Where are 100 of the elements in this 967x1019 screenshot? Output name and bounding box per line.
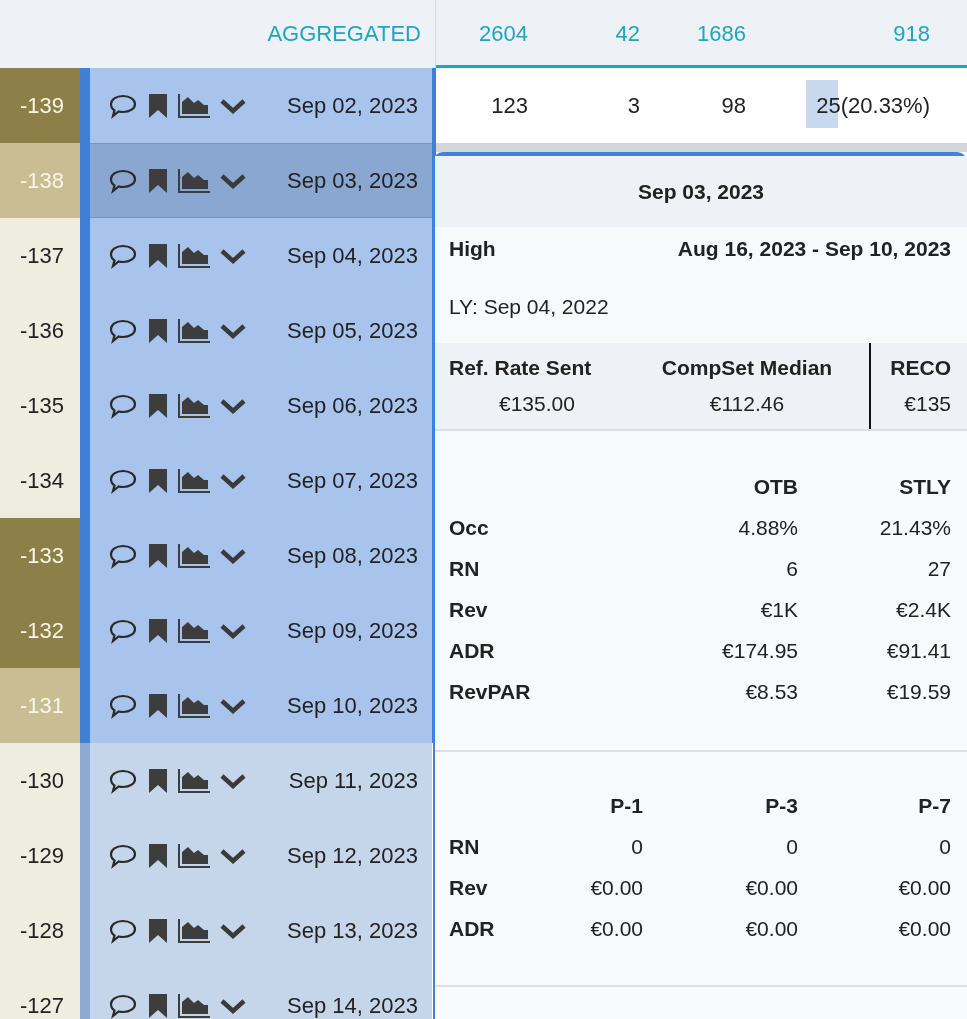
comment-icon[interactable] — [108, 92, 138, 119]
metric-label: RN — [449, 835, 481, 859]
metric-value: 0 — [938, 835, 951, 859]
comment-icon[interactable] — [108, 992, 138, 1019]
rate-value: €135.00 — [498, 392, 576, 416]
chevron-down-icon[interactable] — [220, 997, 246, 1014]
day-offset-cell: -136 — [0, 293, 80, 368]
area-chart-icon[interactable] — [178, 93, 210, 118]
area-chart-icon[interactable] — [178, 543, 210, 568]
comment-icon[interactable] — [108, 317, 138, 344]
area-chart-icon[interactable] — [178, 318, 210, 343]
bookmark-icon[interactable] — [148, 243, 168, 268]
chevron-down-icon[interactable] — [220, 547, 246, 564]
total-value: 1686 — [696, 21, 746, 47]
date-row[interactable]: Sep 08, 2023 — [80, 518, 436, 593]
date-row[interactable]: Sep 10, 2023 — [80, 668, 436, 743]
table-cell: 25(20.33%) — [816, 92, 930, 118]
comment-icon[interactable] — [108, 167, 138, 194]
area-chart-icon[interactable] — [178, 243, 210, 268]
day-offset-cell: -139 — [0, 68, 80, 143]
date-row[interactable]: Sep 03, 2023 — [80, 143, 436, 218]
bookmark-icon[interactable] — [148, 393, 168, 418]
date-label: Sep 12, 2023 — [287, 842, 418, 869]
area-chart-icon[interactable] — [178, 918, 210, 943]
chevron-down-icon[interactable] — [220, 772, 246, 789]
metric-value: €0.00 — [744, 876, 798, 900]
column-header: STLY — [898, 475, 951, 499]
bookmark-icon[interactable] — [148, 618, 168, 643]
rate-value: €112.46 — [709, 392, 785, 416]
day-offset-cell: -131 — [0, 668, 80, 743]
area-chart-icon[interactable] — [178, 843, 210, 868]
area-chart-icon[interactable] — [178, 468, 210, 493]
bookmark-icon[interactable] — [148, 993, 168, 1018]
date-label: Sep 05, 2023 — [287, 317, 418, 344]
rate-label: CompSet Median — [661, 356, 833, 380]
metric-value: 27 — [926, 557, 951, 581]
area-chart-icon[interactable] — [178, 693, 210, 718]
day-offset-cell: -128 — [0, 893, 80, 968]
chevron-down-icon[interactable] — [220, 847, 246, 864]
column-header: P-7 — [917, 794, 951, 818]
chevron-down-icon[interactable] — [220, 322, 246, 339]
chevron-down-icon[interactable] — [220, 472, 246, 489]
bookmark-icon[interactable] — [148, 168, 168, 193]
table-cell: 123 — [491, 92, 528, 119]
bookmark-icon[interactable] — [148, 93, 168, 118]
date-label: Sep 10, 2023 — [287, 692, 418, 719]
bookmark-icon[interactable] — [148, 693, 168, 718]
chevron-down-icon[interactable] — [220, 697, 246, 714]
date-row[interactable]: Sep 05, 2023 — [80, 293, 436, 368]
chevron-down-icon[interactable] — [220, 922, 246, 939]
metric-label: RevPAR — [449, 680, 532, 704]
area-chart-icon[interactable] — [178, 993, 210, 1018]
date-row[interactable]: Sep 09, 2023 — [80, 593, 436, 668]
chevron-down-icon[interactable] — [220, 172, 246, 189]
date-label: Sep 06, 2023 — [287, 392, 418, 419]
tooltip-title: Sep 03, 2023 — [637, 179, 765, 204]
chevron-down-icon[interactable] — [220, 247, 246, 264]
metric-value: €0.00 — [897, 876, 951, 900]
date-row[interactable]: Sep 07, 2023 — [80, 443, 436, 518]
date-row[interactable]: Sep 04, 2023 — [80, 218, 436, 293]
season-range: Aug 16, 2023 - Sep 10, 2023 — [677, 237, 951, 261]
date-label: Sep 08, 2023 — [287, 542, 418, 569]
area-chart-icon[interactable] — [178, 168, 210, 193]
metric-value: 0 — [630, 835, 643, 859]
day-offset-cell: -130 — [0, 743, 80, 818]
comment-icon[interactable] — [108, 917, 138, 944]
chevron-down-icon[interactable] — [220, 622, 246, 639]
area-chart-icon[interactable] — [178, 393, 210, 418]
bookmark-icon[interactable] — [148, 318, 168, 343]
day-offset-cell: -129 — [0, 818, 80, 893]
comment-icon[interactable] — [108, 842, 138, 869]
comment-icon[interactable] — [108, 392, 138, 419]
aggregated-label: AGGREGATED — [267, 21, 421, 47]
bookmark-icon[interactable] — [148, 843, 168, 868]
comment-icon[interactable] — [108, 542, 138, 569]
area-chart-icon[interactable] — [178, 618, 210, 643]
comment-icon[interactable] — [108, 617, 138, 644]
metric-label: RN — [449, 557, 481, 581]
bookmark-icon[interactable] — [148, 543, 168, 568]
chevron-down-icon[interactable] — [220, 97, 246, 114]
chevron-down-icon[interactable] — [220, 397, 246, 414]
bookmark-icon[interactable] — [148, 918, 168, 943]
rate-label: Ref. Rate Sent — [449, 356, 593, 380]
date-label: Sep 13, 2023 — [287, 917, 418, 944]
metric-value: €91.41 — [885, 639, 951, 663]
bookmark-icon[interactable] — [148, 468, 168, 493]
comment-icon[interactable] — [108, 767, 138, 794]
metric-value: 21.43% — [878, 516, 951, 540]
date-row[interactable]: Sep 02, 2023 — [80, 68, 436, 143]
date-row[interactable]: Sep 06, 2023 — [80, 368, 436, 443]
metric-value: €0.00 — [589, 876, 643, 900]
bookmark-icon[interactable] — [148, 768, 168, 793]
date-label: Sep 14, 2023 — [287, 992, 418, 1019]
comment-icon[interactable] — [108, 242, 138, 269]
comment-icon[interactable] — [108, 692, 138, 719]
metric-value: €1K — [759, 598, 798, 622]
area-chart-icon[interactable] — [178, 768, 210, 793]
column-header: OTB — [752, 475, 798, 499]
metric-label: Rev — [449, 876, 489, 900]
comment-icon[interactable] — [108, 467, 138, 494]
